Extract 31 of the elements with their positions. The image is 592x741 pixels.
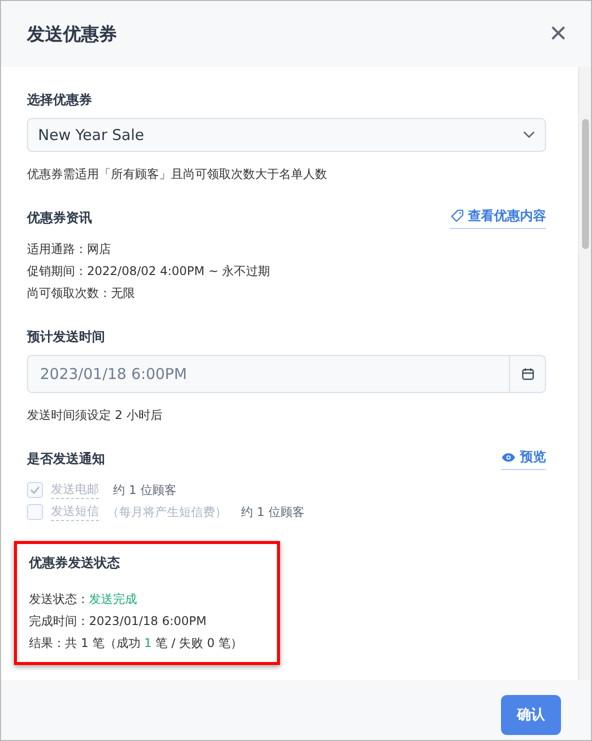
confirm-button[interactable]: 确认: [501, 695, 561, 735]
info-line: 尚可领取次数：无限: [27, 285, 136, 302]
status-line: 发送状态：发送完成: [29, 591, 138, 608]
option-note: （每月将产生短信费）: [107, 504, 227, 520]
check-icon: [30, 486, 40, 494]
completion-time: 完成时间：2023/01/18 6:00PM: [29, 613, 208, 630]
view-details-link[interactable]: 查看优惠内容: [450, 207, 546, 229]
preview-link[interactable]: 预览: [501, 448, 546, 470]
recipient-count: 约 1 位顾客: [241, 504, 304, 520]
result-line: 结果：共 1 笔（成功 1 笔 / 失败 0 笔）: [29, 635, 244, 652]
field-label: 选择优惠券: [27, 92, 93, 109]
coupon-dropdown[interactable]: New Year Sale: [27, 118, 546, 152]
recipient-count: 约 1 位顾客: [113, 482, 176, 498]
hint-text: 优惠券需适用「所有顾客」且尚可领取次数大于名单人数: [27, 166, 328, 183]
section-title: 是否发送通知: [27, 451, 105, 468]
option-label: 发送电邮: [51, 481, 99, 499]
close-button[interactable]: ×: [549, 19, 567, 49]
calendar-icon: [520, 367, 534, 381]
scrollbar-thumb[interactable]: [582, 119, 588, 249]
field-label: 预计发送时间: [27, 329, 106, 346]
hint-text: 发送时间须设定 2 小时后: [27, 407, 164, 424]
eye-icon: [501, 452, 516, 462]
dialog-title: 发送优惠券: [27, 23, 117, 46]
option-label: 发送短信: [51, 503, 99, 521]
chevron-down-icon: [523, 131, 535, 139]
info-line: 促销期间：2022/08/02 4:00PM ~ 永不过期: [27, 263, 272, 280]
section-title: 优惠券发送状态: [29, 555, 121, 572]
section-title: 优惠券资讯: [27, 210, 92, 227]
tag-icon: [450, 209, 464, 223]
info-line: 适用通路：网店: [27, 241, 112, 258]
date-time-field[interactable]: 2023/01/18 6:00PM: [27, 355, 546, 393]
